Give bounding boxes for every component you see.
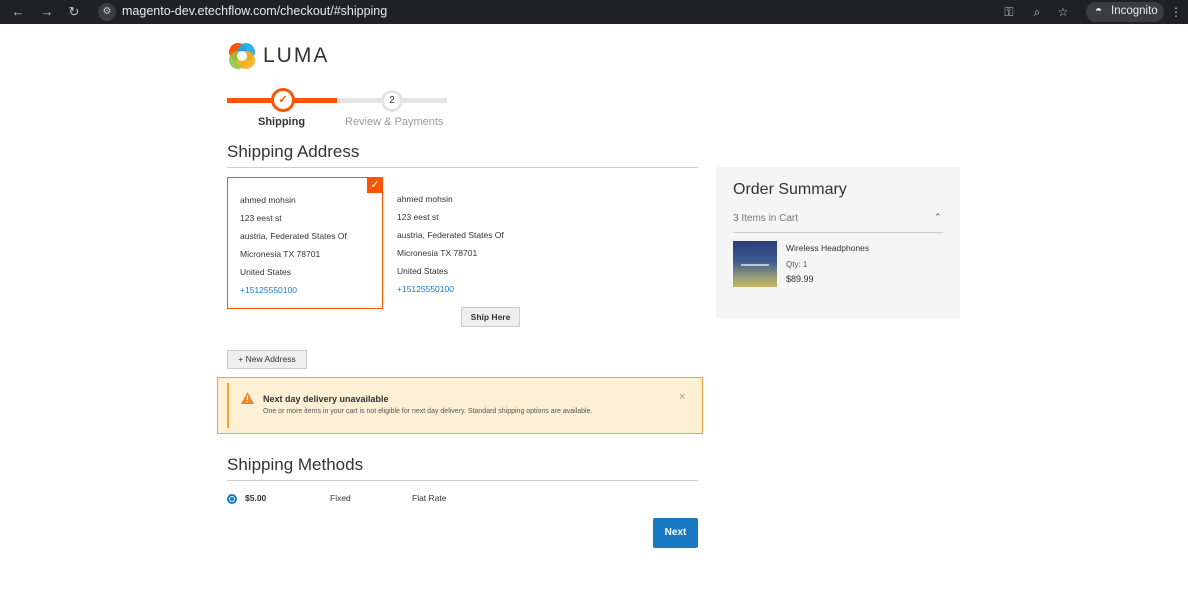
shipping-methods-title: Shipping Methods — [227, 455, 364, 474]
order-summary: Order Summary 3 Items in Cart ⌃ Wireless… — [716, 167, 960, 318]
next-day-delivery-alert: Next day delivery unavailable One or mor… — [217, 377, 703, 434]
shipping-carrier: Flat Rate — [412, 493, 447, 503]
incognito-badge[interactable]: ◓ Incognito — [1086, 2, 1164, 22]
address-phone-link[interactable]: +15125550100 — [240, 285, 297, 295]
divider — [733, 232, 943, 233]
step-review-label[interactable]: Review & Payments — [345, 116, 443, 128]
shipping-address-title: Shipping Address — [227, 142, 360, 161]
bookmark-star-icon[interactable]: ☆ — [1054, 3, 1072, 21]
address-card[interactable]: ahmed mohsin 123 eest st austria, Federa… — [385, 177, 539, 307]
close-icon[interactable]: × — [679, 391, 685, 403]
step-shipping-label: Shipping — [258, 116, 306, 128]
items-in-cart-toggle[interactable]: 3 Items in Cart — [733, 213, 798, 224]
zoom-icon[interactable]: ⌕ — [1028, 3, 1046, 21]
product-name: Wireless Headphones — [786, 243, 870, 253]
address-city: austria, Federated States Of — [397, 230, 504, 240]
shipping-price: $5.00 — [245, 493, 267, 503]
checkout-progress: ✓ 2 Shipping Review & Payments — [227, 85, 452, 130]
address-name: ahmed mohsin — [397, 194, 453, 204]
alert-title: Next day delivery unavailable — [263, 394, 389, 404]
back-arrow-icon[interactable]: ← — [9, 3, 27, 21]
chevron-up-icon[interactable]: ⌃ — [934, 212, 942, 223]
warning-icon — [241, 392, 254, 404]
key-icon[interactable]: ⚿ — [1000, 3, 1018, 21]
address-card-selected[interactable]: ahmed mohsin 123 eest st austria, Federa… — [227, 177, 383, 309]
next-button[interactable]: Next — [653, 518, 698, 548]
alert-message: One or more items in your cart is not el… — [263, 408, 593, 415]
address-country: United States — [397, 266, 449, 276]
address-name: ahmed mohsin — [240, 195, 296, 205]
menu-dots-icon[interactable]: ⋮ — [1167, 3, 1185, 21]
ship-here-button[interactable]: Ship Here — [461, 307, 520, 327]
incognito-icon: ◓ — [1095, 3, 1103, 17]
step-shipping-check-icon: ✓ — [271, 88, 295, 112]
address-city: austria, Federated States Of — [240, 231, 347, 241]
address-bar[interactable]: magento-dev.etechflow.com/checkout/#ship… — [122, 4, 387, 18]
product-thumbnail — [733, 241, 777, 287]
shipping-method-radio[interactable] — [227, 494, 237, 504]
luma-logo-icon — [229, 43, 255, 69]
address-phone-link[interactable]: +15125550100 — [397, 284, 454, 294]
address-country: United States — [240, 267, 292, 277]
order-summary-title: Order Summary — [733, 181, 847, 198]
browser-toolbar: ← → ↻ ⚙ magento-dev.etechflow.com/checko… — [0, 0, 1188, 24]
reload-icon[interactable]: ↻ — [65, 3, 83, 21]
address-street: 123 eest st — [397, 212, 439, 222]
divider — [227, 167, 698, 168]
address-region: Micronesia TX 78701 — [397, 248, 478, 258]
selected-check-icon: ✓ — [367, 177, 383, 193]
divider — [227, 480, 698, 481]
product-qty: Qty: 1 — [786, 260, 808, 269]
alert-body: Next day delivery unavailable One or mor… — [227, 383, 695, 428]
logo-text: LUMA — [263, 44, 330, 67]
step-review-number: 2 — [381, 90, 403, 112]
site-settings-icon[interactable]: ⚙ — [98, 3, 116, 21]
address-region: Micronesia TX 78701 — [240, 249, 321, 259]
address-street: 123 eest st — [240, 213, 282, 223]
shipping-method-name: Fixed — [330, 493, 351, 503]
new-address-button[interactable]: + New Address — [227, 350, 307, 369]
forward-arrow-icon[interactable]: → — [38, 3, 56, 21]
product-price: $89.99 — [786, 274, 814, 284]
